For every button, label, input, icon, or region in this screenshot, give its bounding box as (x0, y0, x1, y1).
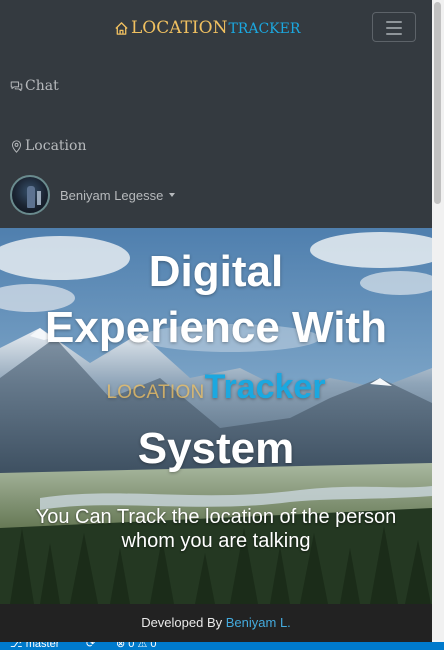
brand-sub-text: TRACKER (228, 21, 301, 37)
brand-link[interactable]: LOCATION TRACKER (114, 16, 300, 40)
warning-count: 0 (150, 642, 157, 650)
hero-title-line3: LOCATIONTracker (0, 356, 432, 421)
hero-section: Digital Experience With LOCATIONTracker … (0, 228, 432, 604)
map-pin-icon (11, 139, 22, 153)
hero-title-line2: Experience With (45, 303, 387, 352)
footer-author-link[interactable]: Beniyam L. (226, 615, 291, 630)
avatar (10, 175, 50, 215)
home-icon (115, 21, 128, 35)
hero-title: Digital Experience With LOCATIONTracker … (0, 244, 432, 477)
branch-indicator[interactable]: ⎇ master (10, 642, 59, 650)
problems-indicator[interactable]: ⊗ 0 ⚠ 0 (116, 642, 157, 650)
brand-main-text: LOCATION (131, 18, 228, 38)
nav-link-location-label: Location (25, 138, 87, 154)
status-bar: ⎇ master ⟳ ⊗ 0 ⚠ 0 (0, 642, 444, 650)
scrollbar-thumb[interactable] (434, 2, 441, 204)
nav-link-chat-label: Chat (25, 78, 59, 94)
error-count: 0 (128, 642, 135, 650)
hero-title-location: LOCATION (106, 382, 205, 403)
nav-link-location[interactable]: Location (10, 138, 86, 154)
user-dropdown[interactable]: Beniyam Legesse (10, 175, 176, 215)
branch-name: master (25, 642, 60, 650)
footer: Developed By Beniyam L. (0, 604, 432, 642)
hero-title-line4: System (137, 424, 295, 473)
navbar-toggler-button[interactable] (372, 12, 416, 42)
footer-prefix: Developed By (141, 615, 223, 630)
nav-link-chat[interactable]: Chat (10, 78, 59, 94)
hero-subtitle-line1: You Can Track the location of the person (35, 506, 397, 528)
hero-subtitle-line2: whom you are talking (121, 530, 311, 552)
user-name: Beniyam Legesse (60, 187, 164, 203)
navbar: LOCATION TRACKER Chat Location Beniyam L… (0, 0, 432, 228)
hero-title-tracker: Tracker (204, 368, 326, 406)
chat-icon (10, 81, 23, 91)
hero-subtitle: You Can Track the location of the person… (0, 505, 432, 553)
hero-title-line1: Digital (148, 247, 284, 296)
sync-icon[interactable]: ⟳ (86, 642, 95, 650)
caret-down-icon (169, 193, 176, 197)
